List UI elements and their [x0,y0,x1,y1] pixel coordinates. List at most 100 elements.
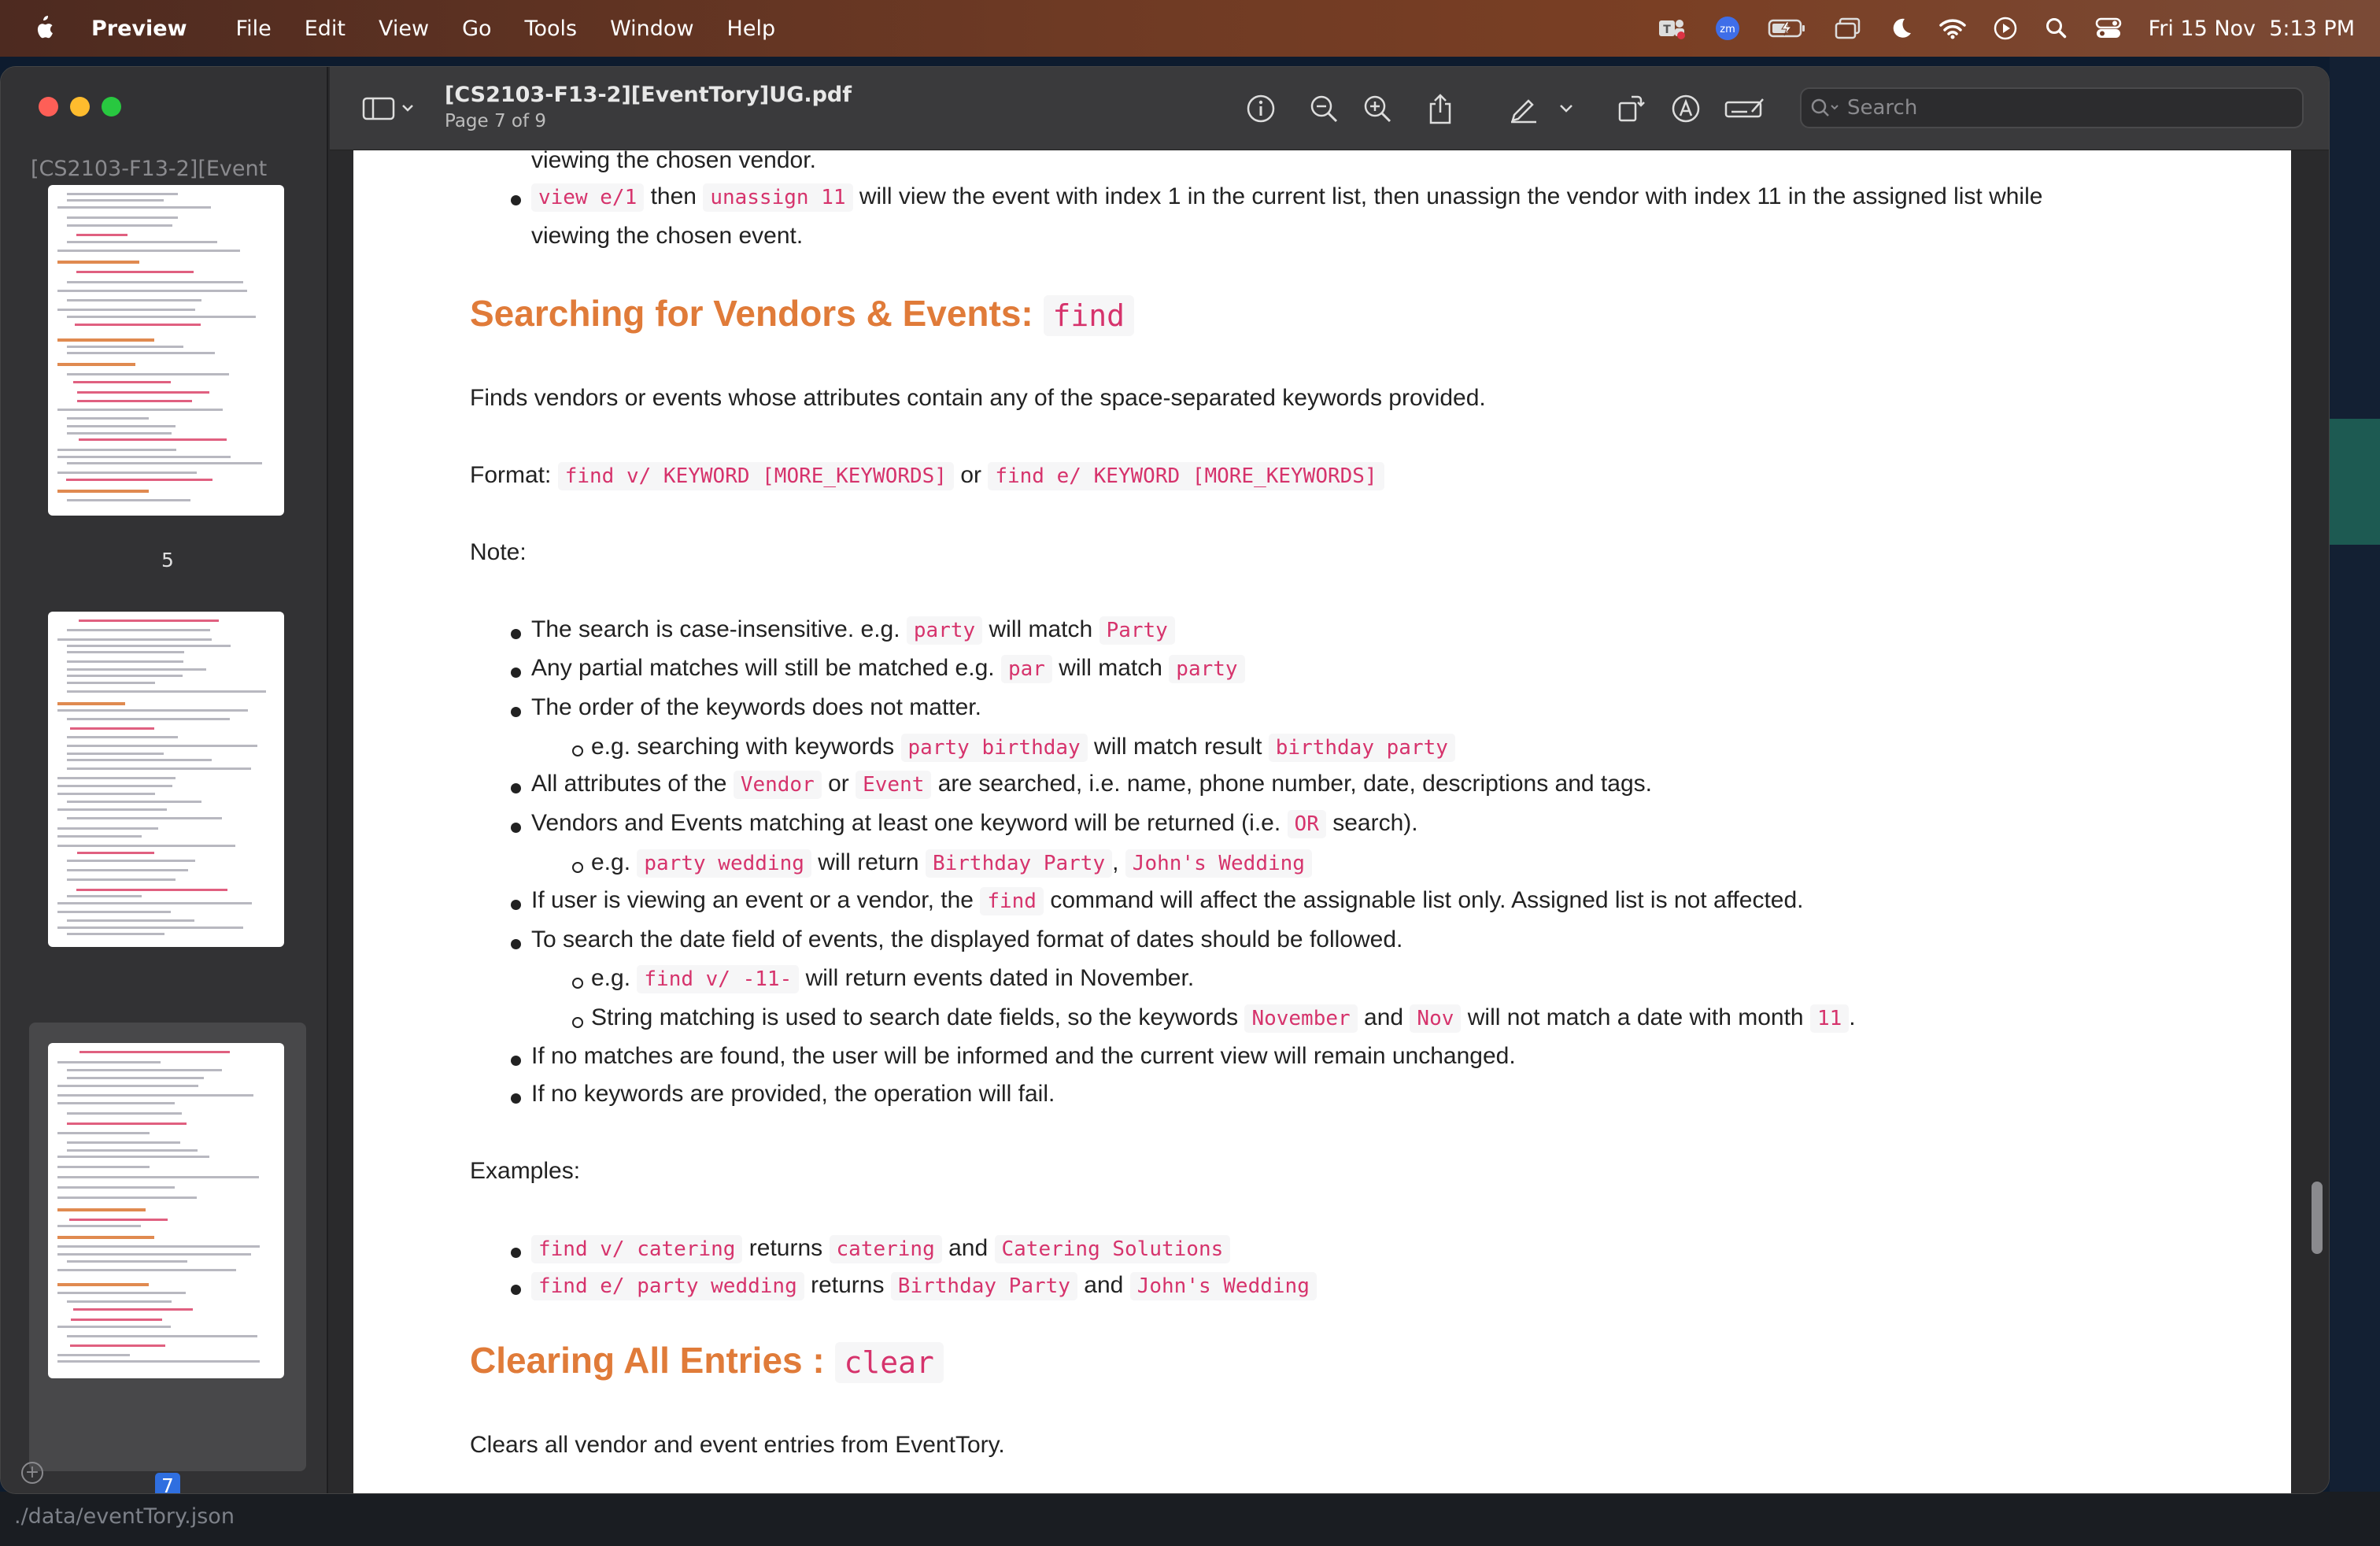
page-thumbnail-5[interactable]: 5 [29,185,306,642]
thumbnail-text-line [67,499,191,501]
page-number-label: 5 [161,549,174,571]
format-line: Format: find v/ KEYWORD [MORE_KEYWORDS] … [470,462,1384,490]
add-page-icon[interactable]: + [21,1462,43,1484]
inline-code: Birthday Party [890,1272,1077,1300]
apple-icon[interactable] [31,15,55,42]
heading-code: find [1043,295,1135,336]
menu-file[interactable]: File [236,17,272,41]
toolbar: [CS2103-F13-2][EventTory]UG.pdf Page 7 o… [330,67,2329,150]
wifi-icon[interactable] [1938,17,1966,39]
menu-edit[interactable]: Edit [305,17,346,41]
zoom-out-icon[interactable] [1306,91,1342,127]
menubar-clock[interactable]: Fri 15 Nov 5:13 PM [2149,17,2355,41]
sub-bullet [572,978,583,989]
highlight-options-chevron-icon[interactable] [1553,91,1580,127]
thumbnail-text-line [57,785,172,787]
form-filling-icon[interactable] [1721,91,1768,127]
search-field[interactable] [1800,87,2304,128]
menu-bar: Preview File Edit View Go Tools Window H… [0,0,2380,57]
text: e.g. [591,965,631,991]
scrollbar-thumb[interactable] [2312,1182,2323,1254]
vertical-scrollbar[interactable] [2305,150,2329,1493]
info-icon[interactable] [1243,91,1279,127]
inline-code: Birthday Party [925,849,1113,878]
markup-icon[interactable] [1668,91,1704,127]
thumbnail-text-line [57,409,224,411]
sidebar-toggle-icon[interactable] [360,91,423,127]
thumbnail-text-line [67,316,257,318]
share-icon[interactable] [1422,91,1458,127]
thumbnail-text-line [57,261,140,264]
thumbnail-text-line [77,391,209,394]
thumbnail-text-line [57,250,241,252]
rotate-icon[interactable] [1613,91,1649,127]
sidebar-document-title: [CS2103-F13-2][EventT... [31,157,267,181]
inline-code: find e/ party wedding [531,1272,804,1300]
text: will match [989,616,1093,642]
thumbnail-text-line [76,889,228,891]
thumbnail-sidebar: [CS2103-F13-2][EventT... 5 6 7 + [1,67,328,1493]
svg-text:T: T [1663,24,1671,36]
close-button[interactable] [39,97,58,117]
zoom-in-icon[interactable] [1359,91,1395,127]
thumbnail-text-line [67,1300,172,1303]
inline-code: catering [829,1235,942,1263]
thumbnail-text-line [67,660,183,663]
spotlight-search-icon[interactable] [2045,17,2068,40]
zoom-button[interactable] [102,97,121,117]
search-input[interactable] [1847,96,2288,120]
menu-view[interactable]: View [379,17,429,41]
text: Format: [470,462,552,488]
highlight-pen-icon[interactable] [1506,91,1542,127]
thumbnail-text-line [67,736,178,738]
page-thumbnail-6[interactable]: 6 [29,612,306,1068]
app-name-menu[interactable]: Preview [91,17,187,41]
thumbnail-text-line [57,1094,254,1097]
teams-icon[interactable]: T [1658,16,1687,41]
thumbnail-text-line [67,224,172,227]
menu-tools[interactable]: Tools [525,17,578,41]
pdf-page[interactable]: viewing the chosen vendor. view e/1 then… [353,150,2291,1493]
note-label: Note: [470,539,527,565]
thumbnail-text-line [57,1283,150,1286]
menu-go[interactable]: Go [462,17,491,41]
text: and [1364,1004,1404,1030]
thumbnail-text-line [57,1292,186,1294]
inline-code: find e/ KEYWORD [MORE_KEYWORDS] [988,462,1384,490]
sub-list-item: String matching is used to search date f… [591,1004,1856,1033]
preview-window: [CS2103-F13-2][EventT... 5 6 7 + [CS2103… [0,66,2330,1494]
page-thumbnail-7[interactable]: 7 [29,1023,306,1493]
menu-window[interactable]: Window [610,17,693,41]
background-terminal-text: ./data/eventTory.json [14,1504,235,1529]
battery-icon[interactable] [1768,18,1807,39]
page-thumbnail-image [48,185,284,516]
thumbnail-text-line [57,363,135,366]
bullet [511,1056,521,1066]
thumbnail-text-line [78,620,219,622]
thumbnail-text-line [57,1186,175,1189]
thumbnail-text-line [57,845,235,847]
thumbnail-text-line [57,1360,260,1363]
thumbnail-text-line [67,346,183,348]
thumbnail-text-line [57,1196,198,1199]
now-playing-icon[interactable] [1993,16,2018,41]
thumbnail-text-line [57,456,231,458]
list-item: The search is case-insensitive. e.g. par… [531,616,1175,645]
text: Any partial matches will still be matche… [531,655,995,681]
screen-mirroring-icon[interactable] [1834,17,1862,40]
inline-code: party birthday [900,734,1088,762]
thumbnail-text-line [67,629,211,631]
list-item: If user is viewing an event or a vendor,… [531,887,1804,915]
minimize-button[interactable] [70,97,90,117]
zoom-icon[interactable]: zm [1714,15,1741,42]
focus-moon-icon[interactable] [1889,17,1913,40]
control-center-icon[interactable] [2095,17,2122,40]
thumbnail-text-line [79,1051,231,1053]
list-item: view e/1 then unassign 11 will view the … [531,183,2042,212]
paragraph: Clears all vendor and event entries from… [470,1432,1005,1458]
text: and [1084,1272,1124,1298]
thumbnail-text-line [67,933,165,935]
page-number-container: 7 [29,1473,306,1493]
menu-help[interactable]: Help [727,17,776,41]
thumbnail-text-line [67,1123,187,1125]
